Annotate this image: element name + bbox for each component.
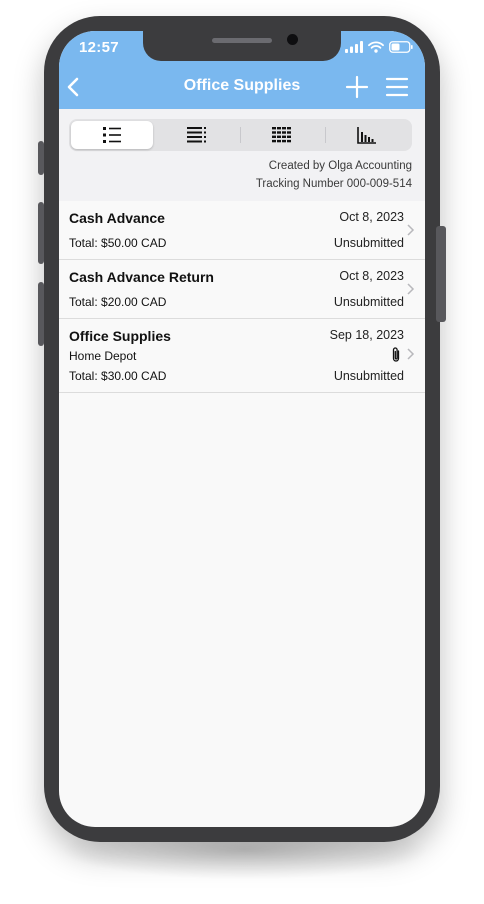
- status-icons: [345, 41, 413, 53]
- entry-status: Unsubmitted: [333, 369, 404, 383]
- list-view-icon: [103, 127, 121, 143]
- chevron-right-icon: [407, 283, 415, 295]
- add-button[interactable]: [345, 75, 369, 99]
- list-item[interactable]: Cash Advance Return Oct 8, 2023 Total: $…: [59, 260, 425, 319]
- bar-chart-icon: [357, 127, 376, 144]
- list-item[interactable]: Office Supplies Sep 18, 2023 Home Depot …: [59, 319, 425, 393]
- entry-date: Oct 8, 2023: [339, 269, 404, 283]
- view-mode-segmented-control: [69, 119, 412, 151]
- grid-view-icon: [272, 127, 291, 143]
- tab-detail-list-view[interactable]: [156, 121, 238, 149]
- app-screen: 12:57 Office Supplies Created by Olga Ac…: [59, 31, 425, 827]
- entry-title: Office Supplies: [69, 328, 171, 344]
- list-item[interactable]: Cash Advance Oct 8, 2023 Total: $50.00 C…: [59, 201, 425, 260]
- volume-up-button: [38, 202, 44, 264]
- entry-status: Unsubmitted: [333, 236, 404, 250]
- tab-grid-view[interactable]: [241, 121, 323, 149]
- chevron-right-icon: [407, 348, 415, 360]
- entry-title: Cash Advance: [69, 210, 165, 226]
- wifi-icon: [368, 41, 384, 53]
- plus-icon: [345, 75, 369, 99]
- cellular-signal-icon: [345, 41, 363, 53]
- entries-list: Cash Advance Oct 8, 2023 Total: $50.00 C…: [59, 201, 425, 393]
- battery-icon: [389, 41, 413, 53]
- nav-bar: Office Supplies: [59, 65, 425, 109]
- power-button: [436, 226, 446, 322]
- tracking-number-label: Tracking Number 000-009-514: [255, 178, 412, 190]
- entry-total: Total: $30.00 CAD: [69, 369, 167, 383]
- attachment-paperclip-icon: [392, 347, 400, 362]
- status-time: 12:57: [79, 39, 119, 56]
- front-camera: [287, 34, 298, 45]
- detail-list-icon: [187, 127, 206, 143]
- tab-list-view[interactable]: [71, 121, 153, 149]
- created-by-label: Created by Olga Accounting: [268, 160, 412, 172]
- entry-date: Sep 18, 2023: [329, 328, 404, 342]
- entry-total: Total: $20.00 CAD: [69, 295, 167, 309]
- notch: [143, 31, 341, 61]
- speaker-grille: [212, 38, 272, 43]
- menu-button[interactable]: [385, 75, 409, 99]
- hamburger-menu-icon: [385, 77, 409, 97]
- chevron-right-icon: [407, 224, 415, 236]
- entry-total: Total: $50.00 CAD: [69, 236, 167, 250]
- entry-title: Cash Advance Return: [69, 269, 214, 285]
- volume-down-button: [38, 282, 44, 346]
- page-title: Office Supplies: [183, 77, 301, 94]
- entry-date: Oct 8, 2023: [339, 210, 404, 224]
- view-toolbar: Created by Olga Accounting Tracking Numb…: [59, 109, 425, 202]
- tab-chart-view[interactable]: [326, 121, 408, 149]
- entry-vendor: Home Depot: [69, 349, 137, 363]
- silent-switch: [38, 141, 44, 175]
- entry-status: Unsubmitted: [333, 295, 404, 309]
